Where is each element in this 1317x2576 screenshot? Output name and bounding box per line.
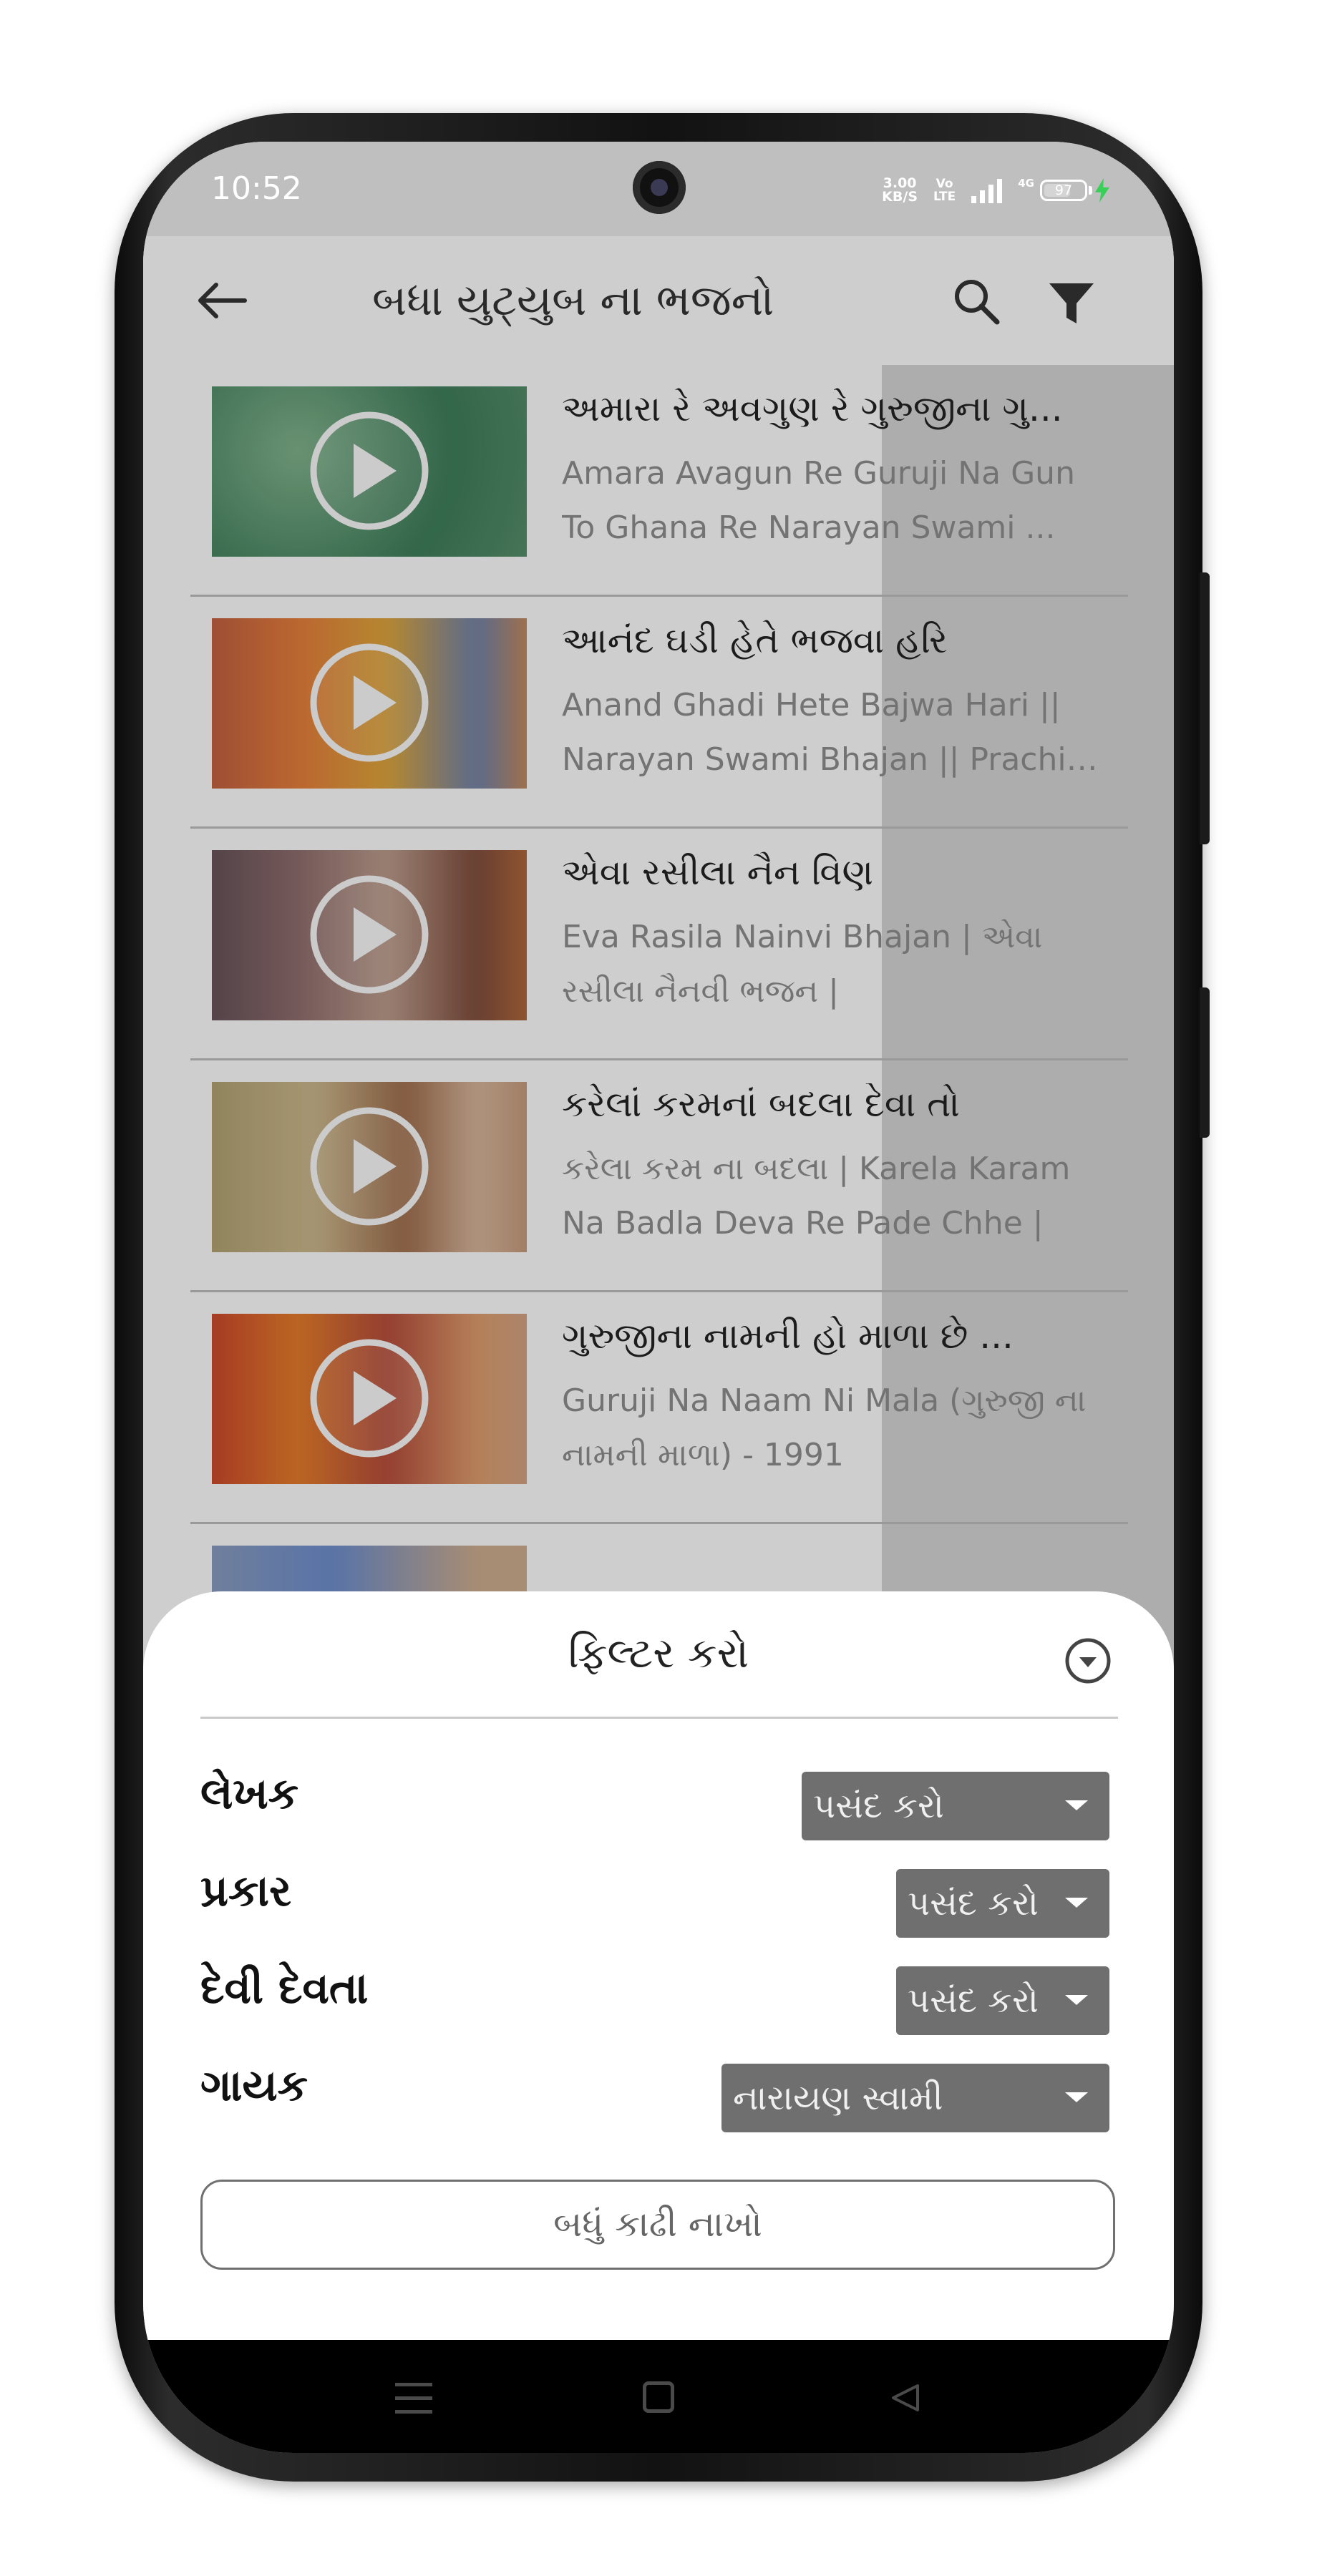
divider xyxy=(200,1717,1118,1719)
singer-select-value: નારાયણ સ્વામી xyxy=(733,2078,943,2118)
deity-select[interactable]: પસંદ કરો xyxy=(896,1966,1109,2035)
network-speed-unit: KB/S xyxy=(882,189,918,205)
filter-label-author: લેખક xyxy=(200,1769,299,1819)
filter-label-singer: ગાયક xyxy=(200,2061,308,2111)
battery-level: 97 xyxy=(1054,182,1073,198)
network-speed: 3.00 KB/S xyxy=(882,177,918,204)
volume-button xyxy=(1200,572,1210,844)
volte-bottom: LTE xyxy=(933,190,956,204)
status-bar: 10:52 3.00 KB/S Vo LTE 4G 97 xyxy=(143,142,1174,2453)
author-select[interactable]: પસંદ કરો xyxy=(802,1772,1109,1840)
singer-select[interactable]: નારાયણ સ્વામી xyxy=(721,2064,1109,2132)
type-select-value: પસંદ કરો xyxy=(908,1883,1039,1923)
status-icons: 3.00 KB/S Vo LTE 4G 97 xyxy=(882,175,1174,2453)
power-button xyxy=(1200,987,1210,1138)
filter-bottom-sheet: ફિલ્ટર કરો લેખક પસંદ કરો પ્રકાર પસંદ કરો… xyxy=(143,1591,1174,2340)
chevron-down-icon xyxy=(1065,1898,1088,1908)
status-time: 10:52 xyxy=(211,170,302,207)
screen: 10:52 3.00 KB/S Vo LTE 4G 97 બધા યુટ્યુબ… xyxy=(143,142,1174,2453)
home-icon[interactable] xyxy=(643,2381,674,2413)
clear-all-button[interactable]: બધું કાઢી નાખો xyxy=(200,2180,1115,2270)
volte-icon: Vo LTE xyxy=(933,177,956,203)
chevron-down-icon xyxy=(1065,1800,1088,1810)
front-camera xyxy=(633,161,686,214)
battery-icon: 97 xyxy=(1040,178,1109,203)
network-type: 4G xyxy=(1018,177,1034,190)
chevron-down-icon xyxy=(1065,2092,1088,2102)
deity-select-value: પસંદ કરો xyxy=(908,1981,1039,2021)
system-nav-bar xyxy=(143,2340,1174,2453)
signal-icon xyxy=(971,177,1003,203)
type-select[interactable]: પસંદ કરો xyxy=(896,1869,1109,1938)
filter-label-type: પ્રકાર xyxy=(200,1866,292,1916)
menu-icon[interactable] xyxy=(395,2383,432,2414)
charging-icon xyxy=(1095,178,1109,203)
volte-top: Vo xyxy=(935,177,953,191)
filter-label-deity: દેવી દેવતા xyxy=(200,1963,369,2014)
back-icon[interactable] xyxy=(888,2380,923,2416)
chevron-down-icon xyxy=(1065,1995,1088,2005)
sheet-title: ફિલ્ટર કરો xyxy=(568,1629,749,1677)
author-select-value: પસંદ કરો xyxy=(813,1786,944,1826)
collapse-icon[interactable] xyxy=(1063,1636,1113,1686)
